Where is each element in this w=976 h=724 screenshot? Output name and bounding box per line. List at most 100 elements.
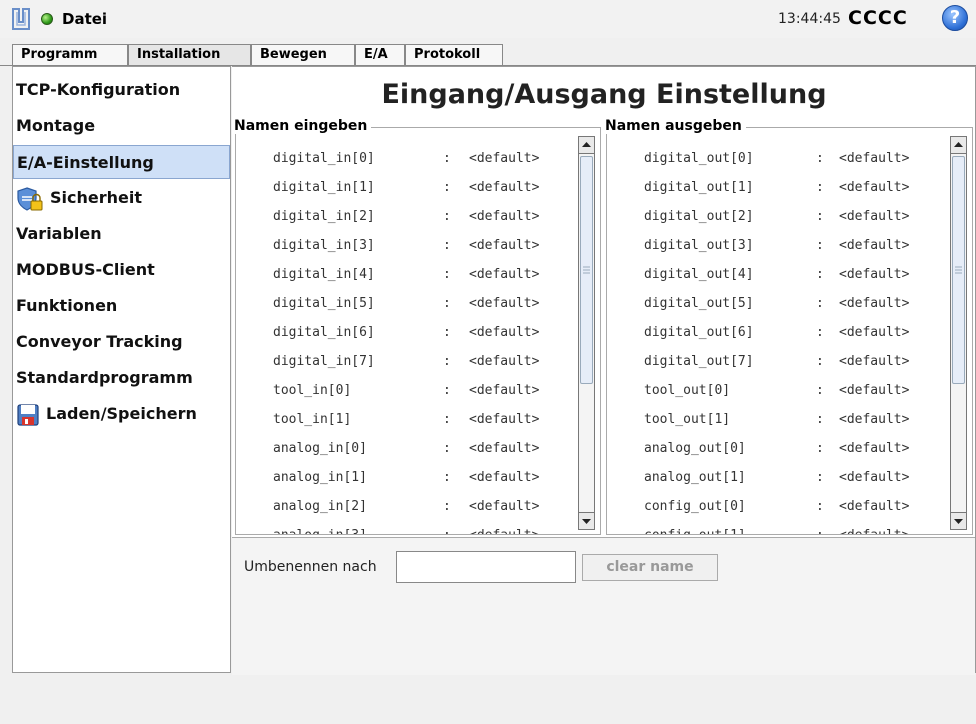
scroll-down-button[interactable] bbox=[579, 512, 594, 529]
rename-input[interactable] bbox=[396, 551, 576, 583]
output-row[interactable]: digital_out[2]: <default> bbox=[644, 202, 944, 231]
io-value: <default> bbox=[469, 209, 540, 224]
arrow-up-icon bbox=[954, 142, 963, 147]
sidebar-item-modbus-client[interactable]: MODBUS-Client bbox=[13, 253, 230, 287]
io-value: <default> bbox=[469, 180, 540, 195]
sidebar-item-conveyor-tracking[interactable]: Conveyor Tracking bbox=[13, 325, 230, 359]
sidebar-item-label: Funktionen bbox=[16, 296, 118, 315]
io-value: <default> bbox=[839, 521, 909, 534]
input-row[interactable]: analog_in[0]: <default> bbox=[273, 434, 573, 463]
tab-installation[interactable]: Installation bbox=[128, 44, 251, 65]
io-name: tool_in[0] bbox=[273, 383, 352, 398]
clear-name-button[interactable]: clear name bbox=[582, 554, 718, 581]
io-separator: : bbox=[816, 209, 824, 224]
io-name: digital_out[3] bbox=[644, 238, 754, 253]
tab-ea[interactable]: E/A bbox=[355, 44, 405, 65]
io-separator: : bbox=[816, 521, 824, 534]
output-row[interactable]: tool_out[0]: <default> bbox=[644, 376, 944, 405]
io-name: analog_out[0] bbox=[644, 441, 746, 456]
input-row[interactable]: tool_in[0]: <default> bbox=[273, 376, 573, 405]
sidebar-item-label: MODBUS-Client bbox=[16, 260, 155, 279]
io-value: <default> bbox=[469, 441, 540, 456]
sidebar-item-label: Conveyor Tracking bbox=[16, 332, 183, 351]
input-row[interactable]: analog_in[1]: <default> bbox=[273, 463, 573, 492]
scroll-up-button[interactable] bbox=[951, 137, 966, 154]
output-row[interactable]: analog_out[1]: <default> bbox=[644, 463, 944, 492]
grip-icon bbox=[955, 266, 962, 274]
io-separator: : bbox=[816, 441, 824, 456]
input-row[interactable]: digital_in[6]: <default> bbox=[273, 318, 573, 347]
io-name: digital_in[3] bbox=[273, 238, 375, 253]
rename-label: Umbenennen nach bbox=[244, 559, 377, 575]
input-row[interactable]: digital_in[4]: <default> bbox=[273, 260, 573, 289]
sidebar-item-funktionen[interactable]: Funktionen bbox=[13, 289, 230, 323]
input-row[interactable]: digital_in[2]: <default> bbox=[273, 202, 573, 231]
sidebar-item-label: Laden/Speichern bbox=[46, 404, 197, 423]
input-list-scrollbar[interactable] bbox=[578, 136, 595, 530]
output-row[interactable]: digital_out[3]: <default> bbox=[644, 231, 944, 260]
input-row[interactable]: analog_in[3]: <default> bbox=[273, 521, 573, 534]
output-row[interactable]: analog_out[0]: <default> bbox=[644, 434, 944, 463]
sidebar-item-sicherheit[interactable]: Sicherheit bbox=[13, 181, 230, 215]
input-row[interactable]: analog_in[2]: <default> bbox=[273, 492, 573, 521]
output-row[interactable]: config_out[0]: <default> bbox=[644, 492, 944, 521]
sidebar-item-tcp-konfiguration[interactable]: TCP-Konfiguration bbox=[13, 73, 230, 107]
tab-bewegen[interactable]: Bewegen bbox=[251, 44, 355, 65]
sidebar-item-ea-einstellung[interactable]: E/A-Einstellung bbox=[13, 145, 230, 179]
output-row[interactable]: digital_out[4]: <default> bbox=[644, 260, 944, 289]
input-row[interactable]: digital_in[1]: <default> bbox=[273, 173, 573, 202]
input-row[interactable]: digital_in[5]: <default> bbox=[273, 289, 573, 318]
tab-programm[interactable]: Programm bbox=[12, 44, 128, 65]
input-row[interactable]: digital_in[0]: <default> bbox=[273, 144, 573, 173]
input-names-list[interactable]: digital_in[0]: <default> digital_in[1]: <d… bbox=[236, 128, 576, 534]
input-row[interactable]: digital_in[3]: <default> bbox=[273, 231, 573, 260]
io-value: <default> bbox=[469, 238, 540, 253]
io-name: config_out[1] bbox=[644, 521, 746, 534]
scroll-up-button[interactable] bbox=[579, 137, 594, 154]
scroll-down-button[interactable] bbox=[951, 512, 966, 529]
tab-label: Protokoll bbox=[414, 47, 481, 62]
io-separator: : bbox=[443, 209, 451, 224]
output-row[interactable]: digital_out[1]: <default> bbox=[644, 173, 944, 202]
arrow-down-icon bbox=[582, 519, 591, 524]
sidebar-item-standardprogramm[interactable]: Standardprogramm bbox=[13, 361, 230, 395]
scroll-thumb[interactable] bbox=[580, 156, 593, 384]
output-names-list[interactable]: digital_out[0]: <default> digital_out[1]:… bbox=[607, 128, 947, 534]
sidebar-item-label: Standardprogramm bbox=[16, 368, 193, 387]
help-icon[interactable]: ? bbox=[942, 5, 968, 31]
input-row[interactable]: tool_in[1]: <default> bbox=[273, 405, 573, 434]
io-value: <default> bbox=[839, 412, 910, 427]
output-list-scrollbar[interactable] bbox=[950, 136, 967, 530]
sidebar-item-variablen[interactable]: Variablen bbox=[13, 217, 230, 251]
io-separator: : bbox=[443, 180, 451, 195]
io-value: <default> bbox=[469, 412, 540, 427]
top-bar: Datei 13:44:45 CCCC ? bbox=[0, 0, 976, 38]
output-row[interactable]: tool_out[1]: <default> bbox=[644, 405, 944, 434]
scroll-thumb[interactable] bbox=[952, 156, 965, 384]
output-row[interactable]: digital_out[6]: <default> bbox=[644, 318, 944, 347]
io-name: config_out[0] bbox=[644, 499, 746, 514]
io-value: <default> bbox=[839, 441, 910, 456]
output-row[interactable]: digital_out[0]: <default> bbox=[644, 144, 944, 173]
io-separator: : bbox=[816, 238, 824, 253]
output-row[interactable]: digital_out[5]: <default> bbox=[644, 289, 944, 318]
io-separator: : bbox=[816, 383, 824, 398]
io-name: digital_out[5] bbox=[644, 296, 754, 311]
sidebar-item-laden-speichern[interactable]: Laden/Speichern bbox=[13, 397, 230, 431]
input-row[interactable]: digital_in[7]: <default> bbox=[273, 347, 573, 376]
io-value: <default> bbox=[839, 151, 910, 166]
output-names-group: Namen ausgeben digital_out[0]: <default> … bbox=[605, 118, 973, 535]
tab-protokoll[interactable]: Protokoll bbox=[405, 44, 503, 65]
io-separator: : bbox=[816, 267, 824, 282]
page-title: Eingang/Ausgang Einstellung bbox=[381, 79, 827, 110]
sidebar-item-montage[interactable]: Montage bbox=[13, 109, 230, 143]
file-menu[interactable]: Datei bbox=[62, 10, 107, 28]
sidebar-item-label: E/A-Einstellung bbox=[17, 153, 154, 172]
output-row[interactable]: digital_out[7]: <default> bbox=[644, 347, 944, 376]
io-name: digital_in[2] bbox=[273, 209, 375, 224]
io-name: digital_out[2] bbox=[644, 209, 754, 224]
tab-label: Bewegen bbox=[260, 47, 327, 62]
output-row[interactable]: config_out[1]: <default> bbox=[644, 521, 944, 534]
robot-status-icon bbox=[41, 13, 53, 25]
arrow-up-icon bbox=[582, 142, 591, 147]
